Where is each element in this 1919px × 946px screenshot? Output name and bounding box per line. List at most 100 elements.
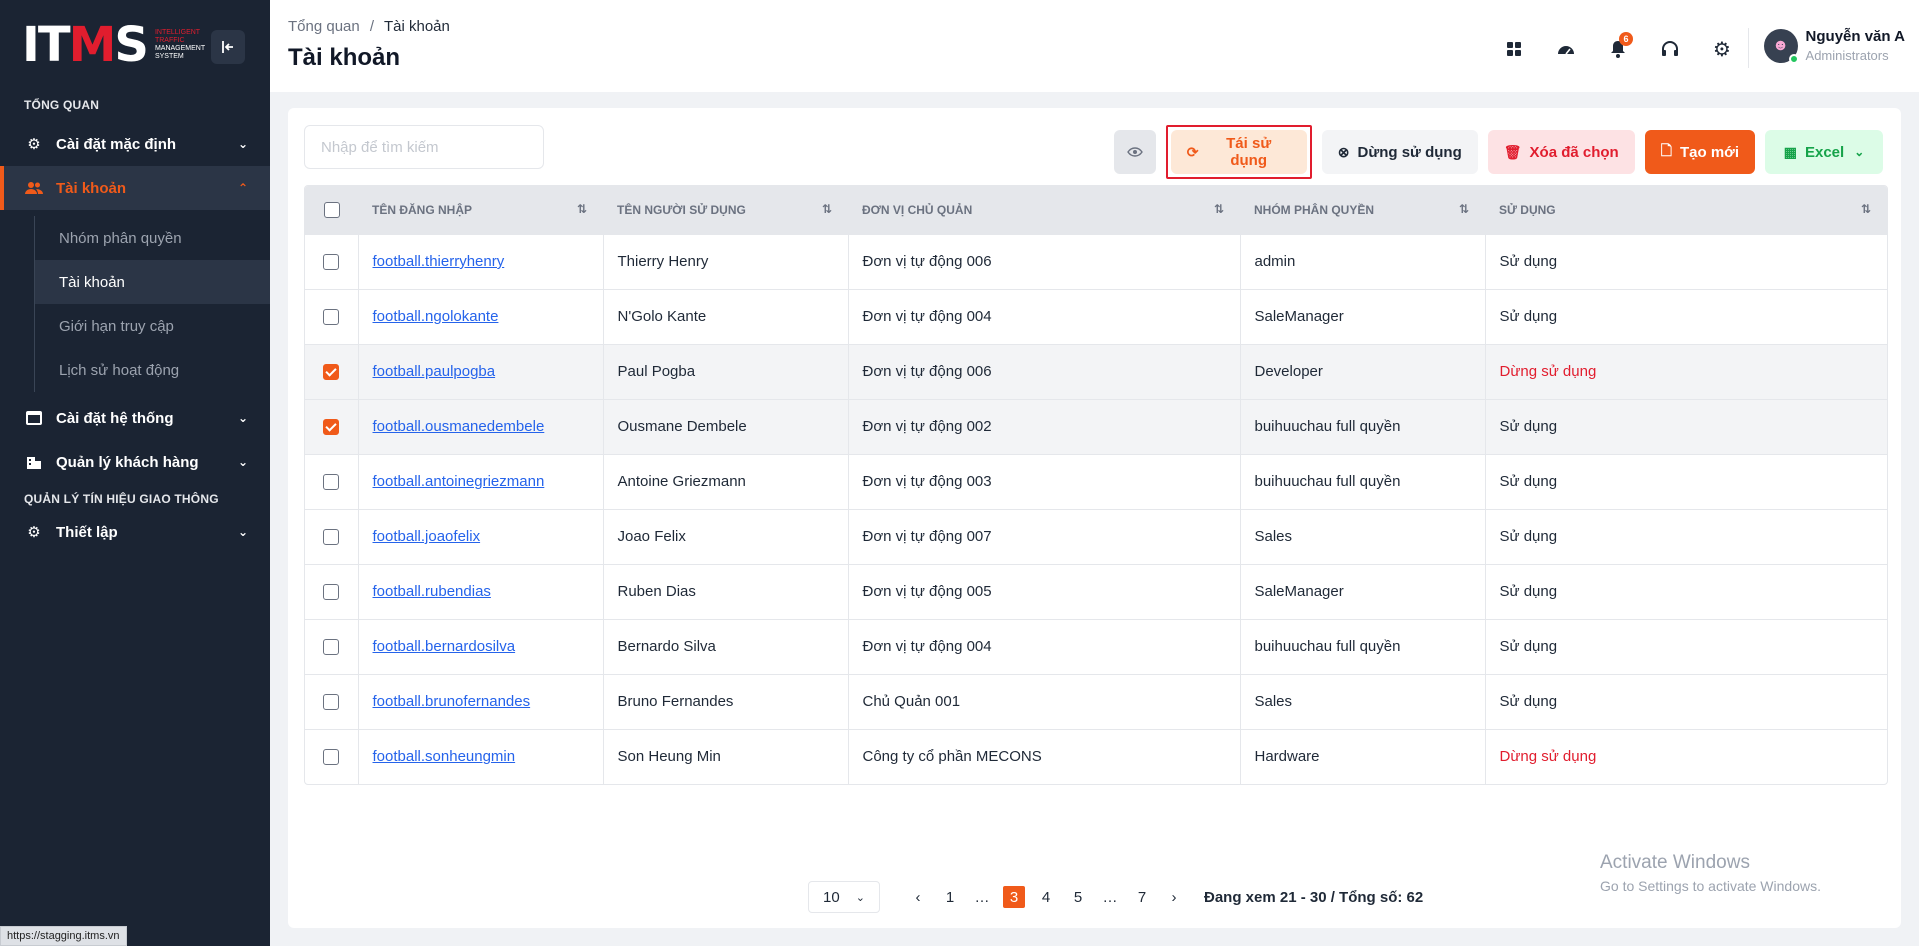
column-header-status[interactable]: SỬ DỤNG ⇅ [1485, 186, 1887, 234]
username-link[interactable]: football.bernardosilva [373, 638, 516, 655]
page-1[interactable]: 1 [939, 886, 961, 908]
cell-fullname: Paul Pogba [603, 343, 849, 399]
table-row: football.antoinegriezmann Antoine Griezm… [305, 453, 1887, 509]
grid-icon [1507, 42, 1521, 56]
username-link[interactable]: football.thierryhenry [373, 253, 505, 270]
reuse-button[interactable]: ⟳ Tái sử dụng [1170, 130, 1307, 174]
sort-icon[interactable]: ⇅ [1459, 202, 1469, 216]
sort-icon[interactable]: ⇅ [822, 202, 832, 216]
page-3-current[interactable]: 3 [1003, 886, 1025, 908]
submenu-item-access-limits[interactable]: Giới hạn truy cập [35, 304, 270, 348]
page-ellipsis[interactable]: … [971, 886, 993, 908]
row-checkbox[interactable] [323, 749, 340, 766]
username-link[interactable]: football.ngolokante [373, 308, 499, 325]
apps-grid-button[interactable] [1497, 32, 1531, 66]
sidebar: ITMS INTELLIGENT TRAFFIC MANAGEMENT SYSTEM… [0, 0, 270, 946]
row-checkbox[interactable] [323, 474, 340, 491]
notifications-button[interactable]: 6 [1601, 32, 1635, 66]
sort-icon[interactable]: ⇅ [1861, 202, 1871, 216]
table-row: football.ngolokante N'Golo Kante Đơn vị … [305, 288, 1887, 344]
cell-unit: Đơn vị tự động 004 [848, 618, 1241, 674]
username-link[interactable]: football.rubendias [373, 583, 491, 600]
menu-item-default-settings[interactable]: ⚙ Cài đặt mặc định ⌄ [0, 122, 270, 166]
select-all-checkbox[interactable] [323, 201, 340, 218]
prev-page-button[interactable]: ‹ [907, 886, 929, 908]
menu-item-accounts[interactable]: Tài khoản ⌃ [0, 166, 270, 210]
headset-icon [1662, 41, 1678, 56]
row-checkbox[interactable] [323, 584, 340, 601]
notification-count-badge: 6 [1619, 32, 1633, 46]
column-header-unit[interactable]: ĐƠN VỊ CHỦ QUẢN ⇅ [848, 186, 1240, 234]
collapse-sidebar-button[interactable] [211, 30, 245, 64]
username-link[interactable]: football.sonheungmin [373, 748, 516, 765]
breadcrumb: Tổng quan / Tài khoản [288, 18, 450, 35]
dashboard-button[interactable] [1549, 32, 1583, 66]
speedometer-icon [1558, 46, 1574, 55]
menu-item-customer-management[interactable]: Quản lý khách hàng ⌄ [0, 440, 270, 484]
row-checkbox[interactable] [323, 639, 340, 656]
page-ellipsis[interactable]: … [1099, 886, 1121, 908]
column-header-username[interactable]: TÊN ĐĂNG NHẬP ⇅ [358, 186, 603, 234]
cell-group: Sales [1240, 508, 1486, 564]
cell-fullname: Ousmane Dembele [603, 398, 849, 454]
username-link[interactable]: football.joaofelix [373, 528, 481, 545]
create-new-button[interactable]: 🗋 Tạo mới [1644, 130, 1755, 174]
user-profile[interactable]: ☻ Nguyễn văn A Administrators [1763, 28, 1905, 64]
breadcrumb-separator: / [369, 18, 375, 35]
next-page-button[interactable]: › [1163, 886, 1185, 908]
windows-activation-watermark: Activate Windows Go to Settings to activ… [1600, 852, 1821, 894]
username-link[interactable]: football.paulpogba [373, 363, 496, 380]
header-divider [1748, 28, 1749, 68]
chevron-down-icon: ⌄ [237, 455, 248, 469]
table-row: football.thierryhenry Thierry Henry Đơn … [305, 233, 1887, 289]
breadcrumb-root[interactable]: Tổng quan [288, 18, 360, 35]
menu-item-system-settings[interactable]: Cài đặt hệ thống ⌄ [0, 396, 270, 440]
row-checkbox[interactable] [323, 529, 340, 546]
menu-item-setup[interactable]: ⚙ Thiết lập ⌄ [0, 510, 270, 554]
cell-unit: Đơn vị tự động 004 [848, 288, 1241, 344]
username-link[interactable]: football.antoinegriezmann [373, 473, 545, 490]
column-header-fullname[interactable]: TÊN NGƯỜI SỬ DỤNG ⇅ [603, 186, 848, 234]
cell-group: SaleManager [1240, 288, 1486, 344]
row-checkbox[interactable] [323, 364, 340, 381]
chevron-down-icon: ⌄ [237, 137, 248, 151]
submenu-item-permission-groups[interactable]: Nhóm phân quyền [35, 216, 270, 260]
row-checkbox[interactable] [323, 419, 340, 436]
submenu-item-activity-history[interactable]: Lịch sử hoạt động [35, 348, 270, 392]
trash-icon: 🗑 [1503, 143, 1522, 160]
excel-export-button[interactable]: ▦ Excel ⌄ [1765, 130, 1883, 174]
sort-icon[interactable]: ⇅ [577, 202, 587, 216]
table-row: football.brunofernandes Bruno Fernandes … [305, 673, 1887, 729]
header-actions: 6 ⚙ [1497, 32, 1739, 66]
close-circle-icon: ⊗ [1337, 143, 1350, 160]
username-link[interactable]: football.brunofernandes [373, 693, 531, 710]
cell-group: admin [1240, 233, 1486, 289]
support-button[interactable] [1653, 32, 1687, 66]
section-title-overview: TỔNG QUAN [24, 98, 100, 112]
logo-subtitle: INTELLIGENT TRAFFIC MANAGEMENT SYSTEM [154, 29, 206, 60]
username-link[interactable]: football.ousmanedembele [373, 418, 545, 435]
logo[interactable]: ITMS INTELLIGENT TRAFFIC MANAGEMENT SYSTEM [0, 0, 270, 90]
cell-fullname: N'Golo Kante [603, 288, 849, 344]
row-checkbox[interactable] [323, 694, 340, 711]
accounts-card: ⟳ Tái sử dụng ⊗ Dừng sử dụng 🗑 Xóa đã ch… [288, 108, 1901, 928]
page-size-select[interactable]: 10 ⌄ [808, 881, 880, 913]
cell-unit: Đơn vị tự động 003 [848, 453, 1241, 509]
stop-using-button[interactable]: ⊗ Dừng sử dụng [1321, 130, 1478, 174]
page-7[interactable]: 7 [1131, 886, 1153, 908]
settings-button[interactable]: ⚙ [1705, 32, 1739, 66]
column-header-group[interactable]: NHÓM PHÂN QUYỀN ⇅ [1240, 186, 1485, 234]
collapse-icon [222, 41, 233, 53]
search-input[interactable] [304, 125, 544, 169]
eye-icon [1126, 147, 1143, 157]
row-checkbox[interactable] [323, 309, 340, 326]
page-4[interactable]: 4 [1035, 886, 1057, 908]
sort-icon[interactable]: ⇅ [1214, 202, 1224, 216]
delete-selected-button[interactable]: 🗑 Xóa đã chọn [1487, 130, 1635, 174]
toggle-columns-button[interactable] [1113, 130, 1156, 174]
page-5[interactable]: 5 [1067, 886, 1089, 908]
submenu-item-accounts[interactable]: Tài khoản [35, 260, 270, 304]
row-checkbox[interactable] [323, 254, 340, 271]
chevron-down-icon: ⌄ [237, 411, 248, 425]
online-status-dot [1788, 53, 1799, 64]
